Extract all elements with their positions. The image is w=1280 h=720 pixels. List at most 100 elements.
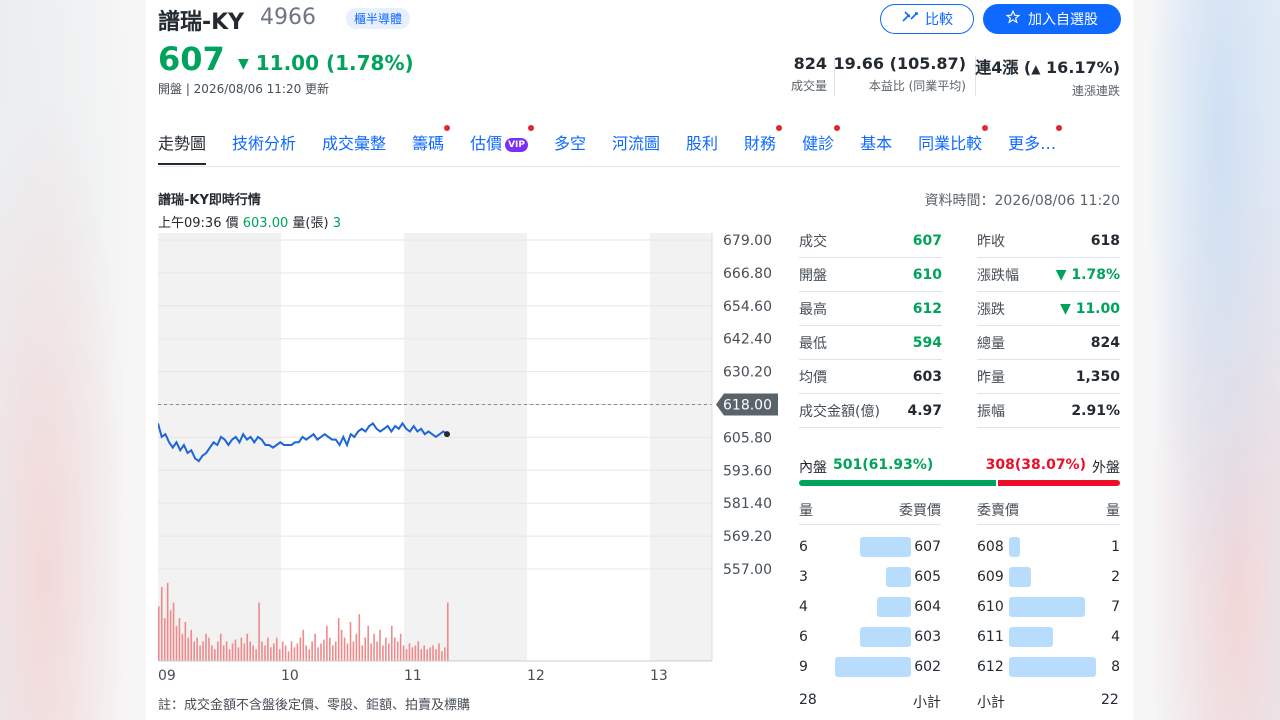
bid-row: 4 604 xyxy=(799,592,941,622)
tab-4[interactable]: 估價 VIP xyxy=(470,125,534,165)
tab-3[interactable]: 籌碼 xyxy=(412,125,451,165)
tab-label: 財務 xyxy=(744,134,777,153)
bid-row: 9 602 xyxy=(799,652,941,682)
volume-bar xyxy=(414,645,417,661)
volume-bar xyxy=(379,629,381,661)
stat-streak-text: 連4漲 ( xyxy=(975,58,1032,77)
volume-bar xyxy=(346,643,349,661)
volume-bar xyxy=(275,637,278,661)
stat-volume-label: 成交量 xyxy=(790,79,827,93)
footnote: 註：成交金額不含盤後定價、零股、鉅額、拍賣及標購 xyxy=(158,698,471,713)
tab-0[interactable]: 走勢圖 xyxy=(158,130,207,165)
y-tick-label: 679.00 xyxy=(723,233,772,249)
volume-bar xyxy=(429,647,431,661)
volume-bar xyxy=(364,637,367,661)
stock-ticker: 4966 xyxy=(260,5,316,30)
volume-bar xyxy=(317,647,319,661)
bid-qty-header: 量 xyxy=(799,503,813,519)
quote-label: 振幅 xyxy=(977,403,1005,420)
industry-tag[interactable]: 櫃半導體 xyxy=(346,8,411,29)
tab-11[interactable]: 同業比較 xyxy=(918,125,989,165)
tab-12[interactable]: 更多… xyxy=(1008,125,1063,165)
quote-row: 最低 594 xyxy=(799,326,942,360)
quote-row: 振幅 2.91% xyxy=(977,394,1120,428)
tab-10[interactable]: 基本 xyxy=(860,130,892,165)
bid-qty: 6 xyxy=(799,539,808,555)
volume-bar xyxy=(190,629,193,661)
quote-row: 開盤 610 xyxy=(799,258,942,292)
tab-1[interactable]: 技術分析 xyxy=(232,130,296,165)
tab-5[interactable]: 多空 xyxy=(554,130,586,165)
ask-row: 609 2 xyxy=(977,562,1120,592)
down-arrow-icon: ▼ xyxy=(238,56,249,72)
vip-badge: VIP xyxy=(505,138,528,152)
inner-bar xyxy=(799,480,996,486)
bid-price: 604 xyxy=(914,599,941,615)
outer-value: 308(38.07%) xyxy=(985,457,1086,473)
volume-bar xyxy=(361,645,364,661)
volume-bar xyxy=(163,618,166,661)
tab-label: 同業比較 xyxy=(918,134,983,153)
ask-qty-header: 量 xyxy=(1106,503,1120,519)
ask-total: 22 xyxy=(1101,692,1119,708)
tab-6[interactable]: 河流圖 xyxy=(612,130,660,165)
quote-label: 均價 xyxy=(799,369,827,386)
bid-price-header: 委買價 xyxy=(899,503,941,519)
tab-9[interactable]: 健診 xyxy=(802,125,841,165)
background-left xyxy=(0,0,146,720)
volume-bar xyxy=(426,649,428,661)
quote-label: 最低 xyxy=(799,335,827,352)
quote-value: 2.91% xyxy=(1071,402,1120,419)
volume-bar xyxy=(334,641,337,661)
stat-pe-value: 19.66 (105.87) xyxy=(833,54,966,73)
volume-bar xyxy=(302,629,305,661)
compare-button[interactable]: 比較 xyxy=(880,4,974,34)
quote-value: 607 xyxy=(912,232,942,249)
tooltip-time: 上午09:36 xyxy=(158,216,222,231)
volume-bar xyxy=(376,641,378,661)
add-watchlist-button[interactable]: 加入自選股 xyxy=(983,4,1121,34)
volume-bar xyxy=(246,633,249,661)
volume-bar xyxy=(438,643,440,661)
volume-bar xyxy=(187,637,190,661)
bid-price: 603 xyxy=(914,629,941,645)
volume-bar xyxy=(388,643,390,661)
volume-bar xyxy=(308,649,310,661)
x-tick-label: 09 xyxy=(158,668,176,684)
volume-bar xyxy=(390,625,393,661)
quote-value: 594 xyxy=(912,334,942,351)
volume-bar xyxy=(172,602,175,661)
ask-row: 608 1 xyxy=(977,532,1120,562)
y-tick-label: 569.20 xyxy=(723,529,772,545)
bid-total: 28 xyxy=(799,692,817,708)
volume-bar xyxy=(281,641,284,661)
volume-bar xyxy=(320,643,322,661)
intraday-chart[interactable]: 679.00 666.80 654.60 642.40 630.20 605.80 593.… xyxy=(158,233,788,691)
market-status: 開盤 | 2026/08/06 11:20 更新 xyxy=(158,82,330,96)
tab-8[interactable]: 財務 xyxy=(744,125,783,165)
volume-bar xyxy=(423,645,426,661)
ask-price: 609 xyxy=(977,569,1004,585)
x-tick-label: 12 xyxy=(527,668,545,684)
tab-bar: 走勢圖 技術分析 成交彙整 籌碼 估價 VIP 多空 河流圖 股利 財務 健診 基本 同業比較 更多… xyxy=(158,125,1082,165)
ask-price: 608 xyxy=(977,539,1004,555)
quote-label: 成交 xyxy=(799,233,827,250)
inner-label: 內盤 xyxy=(799,460,827,476)
stat-pe: 19.66 (105.87) 本益比 (同業平均) xyxy=(833,54,966,94)
quote-label: 漲跌幅 xyxy=(977,267,1019,284)
ask-header: 委賣價 量 xyxy=(977,500,1120,525)
tab-2[interactable]: 成交彙整 xyxy=(322,130,386,165)
volume-bar xyxy=(352,641,355,661)
volume-bar xyxy=(370,643,372,661)
ask-price: 611 xyxy=(977,629,1004,645)
volume-bar xyxy=(240,637,243,661)
volume-bar xyxy=(202,641,204,661)
volume-bar xyxy=(314,633,316,661)
quote-row: 成交金額(億) 4.97 xyxy=(799,394,942,428)
tab-7[interactable]: 股利 xyxy=(686,130,718,165)
volume-bar xyxy=(264,645,266,661)
volume-bar xyxy=(278,649,281,661)
volume-bar xyxy=(214,649,216,661)
volume-bar xyxy=(402,645,405,661)
notification-dot xyxy=(1056,125,1063,131)
